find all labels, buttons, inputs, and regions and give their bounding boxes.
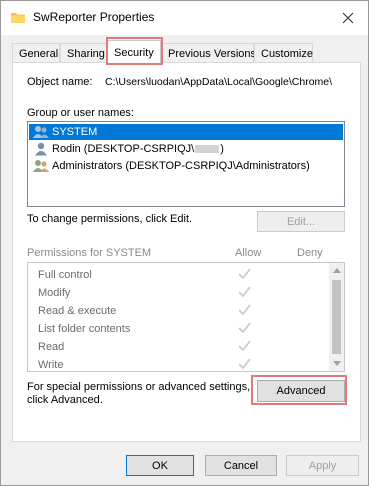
user-item-administrators[interactable]: Administrators (DESKTOP-CSRPIQJ\Administ… <box>29 158 343 174</box>
permission-row: Full control <box>28 266 328 284</box>
user-name-suffix: ) <box>220 143 224 155</box>
tab-security[interactable]: Security <box>107 40 161 64</box>
advanced-hint-line2: click Advanced. <box>27 394 103 406</box>
redacted-username <box>195 145 220 153</box>
group-label: Group or user names: <box>27 107 134 119</box>
tab-label: Sharing <box>67 47 105 60</box>
apply-button[interactable]: Apply <box>286 455 359 476</box>
allow-header: Allow <box>235 247 262 259</box>
tab-label: Security <box>114 46 154 59</box>
tab-label: Previous Versions <box>168 47 257 60</box>
user-name: SYSTEM <box>52 126 98 138</box>
tab-label: Customize <box>261 47 313 60</box>
scroll-up-icon[interactable] <box>329 263 344 278</box>
change-permissions-hint: To change permissions, click Edit. <box>27 213 193 225</box>
properties-dialog: SwReporter Properties General Sharing Se… <box>0 0 369 486</box>
ok-button[interactable]: OK <box>126 455 194 476</box>
tab-strip: General Sharing Security Previous Versio… <box>12 40 361 64</box>
ok-button-label: OK <box>152 459 168 472</box>
apply-button-label: Apply <box>308 459 337 472</box>
tab-sharing[interactable]: Sharing <box>60 43 107 63</box>
group-icon <box>33 160 49 172</box>
advanced-hint-line1: For special permissions or advanced sett… <box>27 381 251 393</box>
permission-row: Read <box>28 338 328 356</box>
checkmark-icon <box>238 286 251 297</box>
deny-header: Deny <box>297 247 323 259</box>
tab-label: General <box>19 47 59 60</box>
permission-name: List folder contents <box>38 323 131 335</box>
user-item-system[interactable]: SYSTEM <box>29 124 343 140</box>
permission-name: Modify <box>38 287 71 299</box>
scroll-thumb[interactable] <box>332 280 341 354</box>
users-list[interactable]: SYSTEM Rodin (DESKTOP-CSRPIQJ\ ) Adminis… <box>27 121 345 207</box>
user-name: Administrators (DESKTOP-CSRPIQJ\Administ… <box>52 160 310 172</box>
cancel-button-label: Cancel <box>223 459 259 472</box>
user-icon <box>35 142 47 156</box>
tab-general[interactable]: General <box>12 43 60 63</box>
checkmark-icon <box>238 268 251 279</box>
close-button[interactable] <box>328 1 368 35</box>
scroll-down-icon[interactable] <box>329 356 344 371</box>
checkmark-icon <box>238 304 251 315</box>
cancel-button[interactable]: Cancel <box>205 455 277 476</box>
object-name-label: Object name: <box>27 76 93 88</box>
permission-row: Read & execute <box>28 302 328 320</box>
edit-button[interactable]: Edit... <box>257 211 345 232</box>
permissions-label: Permissions for SYSTEM <box>27 247 152 259</box>
permission-row: List folder contents <box>28 320 328 338</box>
tab-customize[interactable]: Customize <box>254 43 313 63</box>
advanced-button-label: Advanced <box>276 385 326 397</box>
permission-name: Full control <box>38 269 92 281</box>
group-icon <box>33 126 49 138</box>
tab-previous-versions[interactable]: Previous Versions <box>161 43 257 63</box>
title-bar: SwReporter Properties <box>1 1 368 35</box>
checkmark-icon <box>238 340 251 351</box>
permission-name: Read & execute <box>38 305 117 317</box>
security-panel: Object name: C:\Users\luodan\AppData\Loc… <box>12 62 361 442</box>
window-title: SwReporter Properties <box>33 10 155 24</box>
edit-button-label: Edit... <box>286 215 316 228</box>
checkmark-icon <box>238 322 251 333</box>
permission-name: Read <box>38 341 65 353</box>
user-item-rodin[interactable]: Rodin (DESKTOP-CSRPIQJ\ ) <box>29 141 343 157</box>
checkmark-icon <box>238 358 251 369</box>
folder-icon <box>11 13 25 23</box>
permissions-list[interactable]: Full control Modify Read & execute List … <box>27 262 345 372</box>
permissions-scrollbar[interactable] <box>329 263 344 371</box>
permission-row: Write <box>28 356 328 371</box>
permission-name: Write <box>38 359 64 371</box>
close-icon <box>342 12 354 24</box>
user-name-prefix: Rodin (DESKTOP-CSRPIQJ\ <box>52 143 195 155</box>
object-name-value: C:\Users\luodan\AppData\Local\Google\Chr… <box>105 76 333 88</box>
permission-row: Modify <box>28 284 328 302</box>
advanced-button[interactable]: Advanced <box>257 380 345 402</box>
